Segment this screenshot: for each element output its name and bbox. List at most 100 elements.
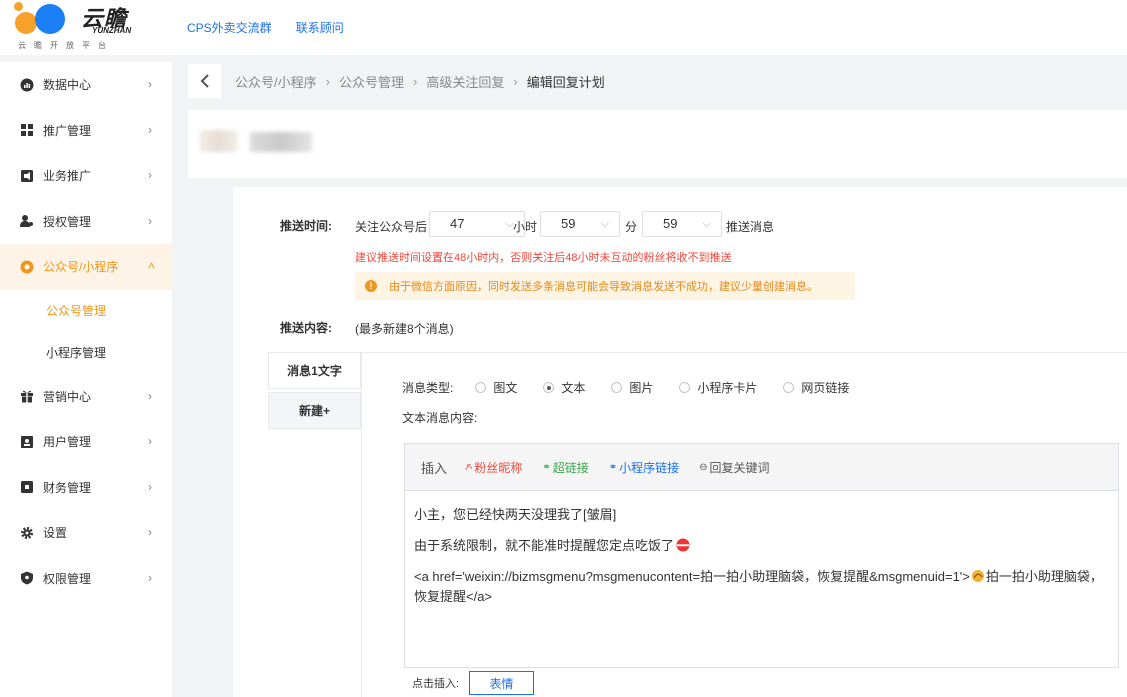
click-insert-label: 点击插入: bbox=[412, 678, 460, 690]
push-time-warning: 建议推送时间设置在48小时内，否则关注后48小时未互动的粉丝将收不到推送 bbox=[355, 252, 732, 264]
logo-blue-shape bbox=[35, 4, 65, 34]
breadcrumb-item[interactable]: 公众号管理 bbox=[339, 72, 404, 91]
editor-content[interactable]: 小主，您已经快两天没理我了[皱眉] 由于系统限制，就不能准时提醒您定点吃饭了 <… bbox=[405, 491, 1118, 632]
warning-icon: ! bbox=[365, 280, 377, 292]
cps-group-link[interactable]: CPS外卖交流群 bbox=[187, 19, 272, 36]
minutes-unit: 分 bbox=[625, 220, 638, 234]
radio-web-link[interactable]: 网页链接 bbox=[783, 379, 849, 396]
sidebar-item-finance[interactable]: 财务管理 › bbox=[0, 465, 172, 511]
brand-name-en: YUNZHAN bbox=[92, 26, 132, 35]
radio-text[interactable]: 文本 bbox=[543, 379, 585, 396]
sidebar-item-label: 权限管理 bbox=[43, 571, 92, 586]
megaphone-icon bbox=[20, 169, 34, 183]
account-avatar-blurred bbox=[200, 130, 238, 152]
chevron-right-icon: › bbox=[148, 434, 152, 448]
hours-select[interactable]: 47 ⌵ bbox=[429, 211, 525, 237]
miniprogram-link-label: 小程序链接 bbox=[619, 460, 680, 475]
breadcrumb-item[interactable]: 高级关注回复 bbox=[426, 72, 504, 91]
sidebar-item-marketing[interactable]: 营销中心 › bbox=[0, 374, 172, 420]
radio-label: 图片 bbox=[629, 381, 654, 395]
back-button[interactable] bbox=[188, 64, 221, 98]
radio-circle bbox=[475, 382, 487, 393]
sidebar-subitem-miniprogram-management[interactable]: 小程序管理 bbox=[0, 332, 172, 374]
keyword-icon: ⊖ bbox=[699, 461, 708, 473]
account-name-blurred bbox=[250, 132, 312, 152]
logo[interactable]: 云瞻 YUNZHAN 云瞻开放平台 bbox=[0, 0, 170, 55]
editor-line: <a href='weixin://bizmsgmenu?msgmenucont… bbox=[414, 569, 1103, 604]
insert-fan-nickname-button[interactable]: ዶ 粉丝昵称 bbox=[465, 459, 522, 476]
sidebar-item-label: 公众号/小程序 bbox=[43, 260, 119, 275]
radio-miniprogram-card[interactable]: 小程序卡片 bbox=[679, 379, 757, 396]
chevron-right-icon: › bbox=[148, 570, 152, 585]
minutes-select[interactable]: 59 ⌵ bbox=[540, 211, 620, 237]
sidebar-item-wechat[interactable]: 公众号/小程序 ˄ bbox=[0, 244, 172, 290]
radio-image[interactable]: 图片 bbox=[611, 379, 653, 396]
chevron-right-icon: › bbox=[148, 168, 152, 182]
chevron-right-icon: › bbox=[148, 388, 152, 403]
logo-orange-shape bbox=[15, 12, 37, 34]
sidebar-item-label: 设置 bbox=[43, 526, 68, 541]
chevron-right-icon: › bbox=[148, 77, 152, 91]
breadcrumb: 公众号/小程序 › 公众号管理 › 高级关注回复 › 编辑回复计划 bbox=[188, 62, 1127, 100]
breadcrumb-current: 编辑回复计划 bbox=[526, 74, 605, 90]
chart-icon bbox=[20, 78, 34, 92]
emoji-button[interactable]: 表情 bbox=[469, 671, 535, 695]
tab-message-1[interactable]: 消息1文字 bbox=[268, 352, 361, 389]
brand-slogan: 云瞻开放平台 bbox=[18, 41, 114, 50]
gift-icon bbox=[20, 389, 34, 403]
radio-label: 网页链接 bbox=[801, 381, 850, 395]
radio-label: 图文 bbox=[493, 381, 518, 395]
sidebar-item-promotion[interactable]: 推广管理 › bbox=[0, 108, 172, 154]
chevron-right-icon: › bbox=[148, 213, 152, 228]
breadcrumb-item[interactable]: 公众号/小程序 bbox=[235, 72, 317, 91]
quick-insert-row: 点击插入: 表情 bbox=[412, 671, 535, 695]
user-card-icon bbox=[20, 435, 34, 449]
chevron-right-icon: › bbox=[148, 122, 152, 137]
sidebar-item-label: 授权管理 bbox=[43, 214, 92, 229]
minutes-value: 59 bbox=[561, 216, 576, 231]
sidebar-subitem-account-management[interactable]: 公众号管理 bbox=[0, 290, 172, 332]
insert-hyperlink-button[interactable]: ⚭ 超链接 bbox=[542, 459, 588, 476]
push-time-label: 推送时间: bbox=[280, 219, 332, 233]
editor-toolbar: 插入 ዶ 粉丝昵称 ⚭ 超链接 ⚭ 小程序链接 ⊖ 回复关键词 bbox=[405, 444, 1118, 491]
message-tabs: 消息1文字 新建+ bbox=[268, 352, 361, 432]
sidebar-item-authorization[interactable]: 授权管理 › bbox=[0, 199, 172, 245]
shield-icon bbox=[20, 571, 34, 585]
notice-text: 由于微信方面原因，同时发送多条消息可能会导致消息发送不成功，建议少量创建消息。 bbox=[389, 281, 818, 293]
sidebar-item-label: 业务推广 bbox=[43, 169, 92, 184]
top-links: CPS外卖交流群 联系顾问 bbox=[187, 19, 368, 36]
grid-icon bbox=[20, 123, 34, 137]
insert-miniprogram-link-button[interactable]: ⚭ 小程序链接 bbox=[609, 459, 679, 476]
contact-advisor-link[interactable]: 联系顾问 bbox=[296, 19, 344, 36]
tab-new-message[interactable]: 新建+ bbox=[268, 392, 361, 429]
hours-value: 47 bbox=[450, 216, 465, 231]
sidebar: 数据中心 › 推广管理 › 业务推广 › 授权管理 › 公众号/小程序 ˄ 公众… bbox=[0, 62, 172, 697]
person-icon: ዶ bbox=[465, 461, 473, 473]
sidebar-item-data-center[interactable]: 数据中心 › bbox=[0, 62, 172, 108]
account-header bbox=[188, 110, 1127, 178]
gear-icon bbox=[20, 526, 34, 540]
radio-circle bbox=[783, 382, 795, 393]
notice-bar: ! 由于微信方面原因，同时发送多条消息可能会导致消息发送不成功，建议少量创建消息… bbox=[355, 272, 855, 300]
radio-image-text[interactable]: 图文 bbox=[475, 379, 517, 396]
text-content-label: 文本消息内容: bbox=[402, 411, 478, 425]
editor-line: 小主，您已经快两天没理我了[皱眉] bbox=[414, 507, 617, 522]
sidebar-item-label: 营销中心 bbox=[43, 389, 92, 404]
sidebar-item-permissions[interactable]: 权限管理 › bbox=[0, 556, 172, 602]
sidebar-item-label: 数据中心 bbox=[43, 78, 92, 93]
wechat-circle-icon bbox=[20, 260, 34, 274]
insert-reply-keyword-button[interactable]: ⊖ 回复关键词 bbox=[699, 459, 769, 476]
sidebar-item-label: 用户管理 bbox=[43, 435, 92, 450]
fan-nickname-label: 粉丝昵称 bbox=[474, 460, 523, 475]
link-icon: ⚭ bbox=[608, 461, 618, 473]
radio-label: 文本 bbox=[561, 381, 586, 395]
seconds-select[interactable]: 59 ⌵ bbox=[642, 211, 722, 237]
push-content-hint: (最多新建8个消息) bbox=[355, 322, 454, 336]
push-time-suffix: 推送消息 bbox=[726, 220, 775, 234]
sidebar-item-settings[interactable]: 设置 › bbox=[0, 510, 172, 556]
link-icon: ⚭ bbox=[542, 461, 551, 473]
sidebar-item-label: 推广管理 bbox=[43, 123, 92, 138]
sidebar-item-users[interactable]: 用户管理 › bbox=[0, 419, 172, 465]
left-gutter bbox=[188, 187, 233, 697]
sidebar-item-business[interactable]: 业务推广 › bbox=[0, 153, 172, 199]
